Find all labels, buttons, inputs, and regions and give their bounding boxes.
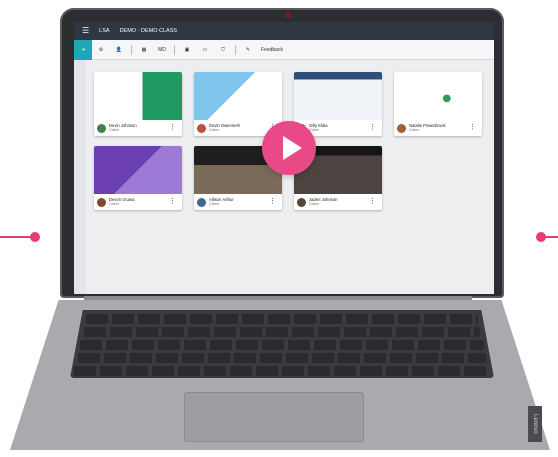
student-status: Online xyxy=(409,128,420,132)
more-vert-icon[interactable]: ⋮ xyxy=(369,123,376,131)
webcam xyxy=(285,12,291,18)
left-connector-line xyxy=(0,236,32,238)
avatar xyxy=(297,197,306,207)
avatar xyxy=(397,123,406,133)
student-status: Online xyxy=(109,128,120,132)
avatar xyxy=(197,197,206,207)
screen-thumbnail xyxy=(394,72,482,120)
student-tile[interactable]: Natalie Powerbrook Online ⋮ xyxy=(394,72,482,136)
play-icon xyxy=(283,136,302,160)
more-vert-icon[interactable]: ⋮ xyxy=(169,197,176,205)
avatar xyxy=(97,123,106,133)
toolbar: ⇥ ⚙ 👤 ▦ MD ▣ ▭ ⛉ ✎ Feedback xyxy=(74,39,494,60)
screen-icon[interactable]: ▭ xyxy=(196,40,214,60)
class-name: DEMO · DEMO CLASS xyxy=(119,28,178,34)
feedback-button[interactable]: Feedback xyxy=(257,40,287,60)
screen-thumbnail xyxy=(194,72,282,120)
key-row xyxy=(74,366,490,376)
toolbar-divider xyxy=(131,44,132,55)
shield-icon[interactable]: ⛉ xyxy=(214,40,232,60)
brand-tag: Lenovo xyxy=(528,406,542,442)
student-tile[interactable]: Devin Johnson Online ⋮ xyxy=(94,72,182,136)
more-vert-icon[interactable]: ⋮ xyxy=(169,123,176,131)
exit-icon[interactable]: ⇥ xyxy=(74,39,92,60)
org-name: LSA xyxy=(99,28,110,34)
student-status: Online xyxy=(209,202,220,206)
student-status: Online xyxy=(109,202,120,206)
screen-thumbnail xyxy=(294,72,382,120)
student-tile[interactable]: Devon Ocana Online ⋮ xyxy=(94,146,182,210)
key-row xyxy=(84,327,480,337)
student-status: Online xyxy=(309,202,320,206)
key-row xyxy=(86,314,478,324)
user-add-icon[interactable]: 👤 xyxy=(110,40,128,60)
student-status: Online xyxy=(209,128,220,132)
calendar-icon[interactable]: ▣ xyxy=(178,40,196,60)
keyboard xyxy=(70,310,494,378)
avatar xyxy=(97,197,106,207)
app-bar: ☰ LSA DEMO · DEMO CLASS xyxy=(74,22,494,40)
trackpad xyxy=(184,392,364,442)
toolbar-divider xyxy=(235,44,236,55)
left-strip xyxy=(74,60,86,294)
gear-icon[interactable]: ⚙ xyxy=(92,40,110,60)
key-row xyxy=(78,353,486,363)
stage: ☰ LSA DEMO · DEMO CLASS ⇥ ⚙ 👤 ▦ MD ▣ ▭ ⛉… xyxy=(0,0,558,457)
left-connector-dot xyxy=(30,232,40,242)
toolbar-divider xyxy=(174,44,175,55)
key-row xyxy=(80,340,484,350)
more-vert-icon[interactable]: ⋮ xyxy=(269,197,276,205)
screen-thumbnail xyxy=(94,72,182,120)
more-vert-icon[interactable]: ⋮ xyxy=(469,123,476,131)
md-size-button[interactable]: MD xyxy=(153,40,171,60)
grid-view-icon[interactable]: ▦ xyxy=(135,40,153,60)
right-connector-dot xyxy=(536,232,546,242)
feedback-icon[interactable]: ✎ xyxy=(239,40,257,60)
avatar xyxy=(197,123,206,133)
screen-thumbnail xyxy=(94,146,182,194)
hamburger-menu-icon[interactable]: ☰ xyxy=(82,27,89,35)
more-vert-icon[interactable]: ⋮ xyxy=(369,197,376,205)
play-button[interactable] xyxy=(262,121,316,175)
